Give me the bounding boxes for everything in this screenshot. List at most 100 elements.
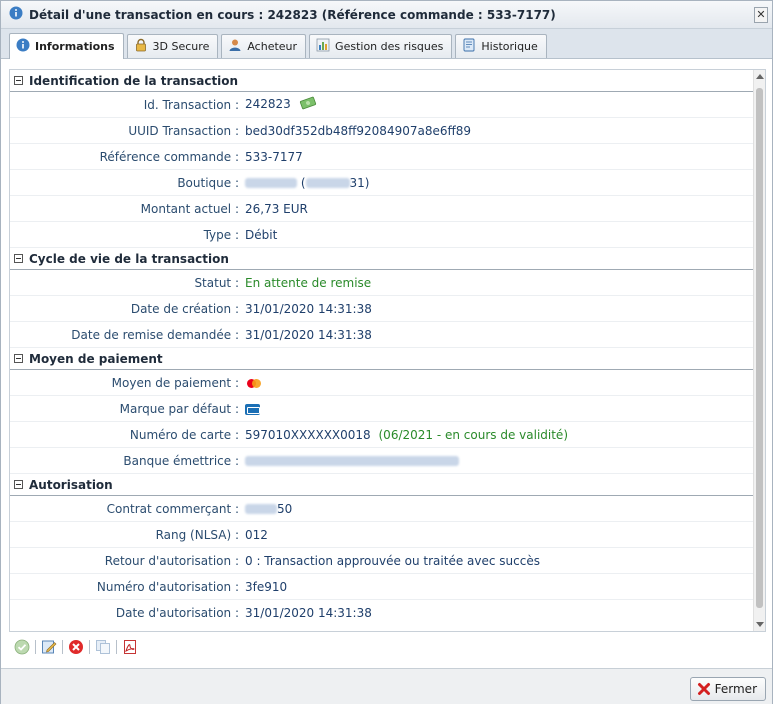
history-icon bbox=[462, 38, 476, 55]
field-value: (31) bbox=[245, 176, 369, 190]
field-value: 0 : Transaction approuvée ou traitée ave… bbox=[245, 553, 540, 568]
field-value: 3fe910 bbox=[245, 579, 288, 594]
check-circle-icon bbox=[14, 639, 30, 655]
collapse-icon[interactable] bbox=[14, 354, 23, 363]
row-numero-carte: Numéro de carte : 597010XXXXXX0018 (06/2… bbox=[10, 422, 753, 448]
export-pdf-button[interactable] bbox=[121, 638, 139, 656]
field-label: Numéro d'autorisation : bbox=[96, 579, 239, 594]
section-title: Moyen de paiement bbox=[29, 351, 163, 366]
field-value bbox=[245, 454, 459, 468]
transaction-detail-dialog: Détail d'une transaction en cours : 2428… bbox=[0, 0, 773, 704]
row-date-autorisation: Date d'autorisation : 31/01/2020 14:31:3… bbox=[10, 600, 753, 626]
dialog-titlebar: Détail d'une transaction en cours : 2428… bbox=[1, 1, 772, 29]
tab-label: Acheteur bbox=[247, 40, 298, 53]
field-value: 533-7177 bbox=[245, 149, 303, 164]
cancel-transaction-button[interactable] bbox=[67, 638, 85, 656]
tab-gestion-risques[interactable]: Gestion des risques bbox=[309, 34, 453, 58]
section-identification-header[interactable]: Identification de la transaction bbox=[10, 70, 753, 92]
field-label: Retour d'autorisation : bbox=[104, 553, 239, 568]
field-value: 26,73 EUR bbox=[245, 201, 308, 216]
field-label: Statut : bbox=[194, 275, 239, 290]
section-autorisation-header[interactable]: Autorisation bbox=[10, 474, 753, 496]
tab-label: Historique bbox=[481, 40, 538, 53]
section-title: Identification de la transaction bbox=[29, 73, 239, 88]
scroll-down-arrow-icon[interactable] bbox=[756, 622, 764, 627]
section-paiement-header[interactable]: Moyen de paiement bbox=[10, 348, 753, 370]
boutique-paren-open: ( bbox=[300, 175, 306, 190]
tab-informations[interactable]: Informations bbox=[9, 33, 124, 59]
field-label: Boutique : bbox=[177, 175, 239, 190]
toolbar-divider bbox=[35, 640, 36, 654]
section-cycle-header[interactable]: Cycle de vie de la transaction bbox=[10, 248, 753, 270]
field-value: Débit bbox=[245, 227, 278, 242]
field-value: 50 bbox=[245, 502, 292, 516]
details-scroll-area: Identification de la transaction Id. Tra… bbox=[10, 70, 753, 631]
redacted-text bbox=[305, 178, 350, 188]
duplicate-icon bbox=[96, 640, 110, 654]
field-label: Montant actuel : bbox=[140, 201, 239, 216]
dialog-title: Détail d'une transaction en cours : 2428… bbox=[29, 7, 556, 22]
field-label: Date d'autorisation : bbox=[115, 606, 239, 620]
tab-3d-secure[interactable]: 3D Secure bbox=[126, 34, 219, 58]
close-dialog-button[interactable]: ✕ bbox=[754, 7, 768, 23]
edit-icon bbox=[42, 640, 57, 654]
row-uuid-transaction: UUID Transaction : bed30df352db48ff92084… bbox=[10, 118, 753, 144]
close-button-label: Fermer bbox=[714, 682, 757, 696]
row-date-creation: Date de création : 31/01/2020 14:31:38 bbox=[10, 296, 753, 322]
validate-button[interactable] bbox=[13, 638, 31, 656]
field-value: bed30df352db48ff92084907a8e6ff89 bbox=[245, 123, 472, 138]
toolbar-divider bbox=[62, 640, 63, 654]
field-value: 31/01/2020 14:31:38 bbox=[245, 606, 372, 620]
collapse-icon[interactable] bbox=[14, 480, 23, 489]
pdf-icon bbox=[124, 640, 136, 654]
field-value: 012 bbox=[245, 527, 268, 542]
chart-icon bbox=[316, 38, 330, 55]
card-number: 597010XXXXXX0018 bbox=[245, 427, 371, 442]
close-red-x-icon bbox=[697, 683, 710, 695]
status-value: En attente de remise bbox=[245, 275, 372, 290]
lock-icon bbox=[134, 38, 148, 55]
row-banque-emettrice: Banque émettrice : bbox=[10, 448, 753, 474]
scroll-up-arrow-icon[interactable] bbox=[756, 74, 764, 79]
cancel-circle-icon bbox=[69, 640, 83, 654]
redacted-text bbox=[245, 504, 277, 514]
tab-historique[interactable]: Historique bbox=[455, 34, 547, 58]
row-boutique: Boutique : (31) bbox=[10, 170, 753, 196]
row-type: Type : Débit bbox=[10, 222, 753, 248]
field-value: 31/01/2020 14:31:38 bbox=[245, 301, 372, 316]
field-value: 31/01/2020 14:31:38 bbox=[245, 327, 372, 342]
row-date-remise: Date de remise demandée : 31/01/2020 14:… bbox=[10, 322, 753, 348]
tab-acheteur[interactable]: Acheteur bbox=[221, 34, 307, 58]
row-contrat-commercant: Contrat commerçant : 50 bbox=[10, 496, 753, 522]
mastercard-icon bbox=[247, 378, 261, 388]
scrollbar-thumb[interactable] bbox=[756, 88, 763, 608]
field-label: Date de remise demandée : bbox=[71, 327, 239, 342]
field-label: Type : bbox=[203, 227, 239, 242]
card-validity: (06/2021 - en cours de validité) bbox=[378, 427, 569, 442]
tab-label: Gestion des risques bbox=[335, 40, 444, 53]
field-label: Référence commande : bbox=[99, 149, 239, 164]
dialog-footer: Fermer bbox=[1, 668, 772, 704]
contract-suffix: 50 bbox=[277, 501, 293, 516]
tab-bar: Informations 3D Secure Acheteur Gestion … bbox=[1, 29, 772, 59]
field-label: Id. Transaction : bbox=[143, 97, 239, 112]
toolbar-divider bbox=[116, 640, 117, 654]
info-icon bbox=[16, 38, 30, 55]
field-value bbox=[245, 402, 260, 416]
edit-button[interactable] bbox=[40, 638, 58, 656]
field-label: Numéro de carte : bbox=[129, 427, 239, 442]
vertical-scrollbar[interactable] bbox=[753, 70, 765, 631]
row-statut: Statut : En attente de remise bbox=[10, 270, 753, 296]
row-reference-commande: Référence commande : 533-7177 bbox=[10, 144, 753, 170]
user-icon bbox=[228, 38, 242, 55]
close-button[interactable]: Fermer bbox=[689, 677, 766, 701]
collapse-icon[interactable] bbox=[14, 76, 23, 85]
field-label: Marque par défaut : bbox=[119, 401, 239, 416]
field-label: Banque émettrice : bbox=[123, 453, 239, 468]
info-icon bbox=[9, 6, 23, 23]
row-numero-autorisation: Numéro d'autorisation : 3fe910 bbox=[10, 574, 753, 600]
field-label: UUID Transaction : bbox=[128, 123, 239, 138]
field-label: Contrat commerçant : bbox=[106, 501, 239, 516]
duplicate-button[interactable] bbox=[94, 638, 112, 656]
collapse-icon[interactable] bbox=[14, 254, 23, 263]
